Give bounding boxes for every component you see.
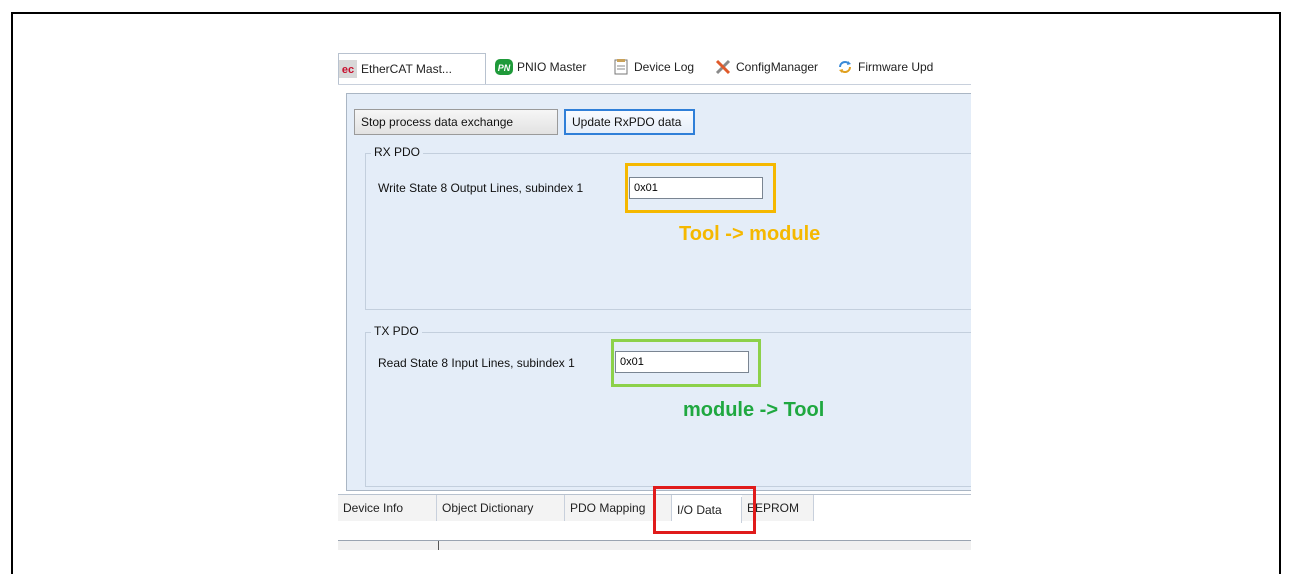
tab-device-log[interactable]: Device Log [612, 55, 694, 79]
io-data-tab-highlight [653, 486, 756, 534]
tab-label: Object Dictionary [442, 501, 534, 515]
tab-pnio-master[interactable]: PN PNIO Master [495, 55, 586, 79]
ethercat-icon: ec [339, 60, 357, 78]
tab-label: Firmware Upd [858, 60, 934, 74]
tab-firmware-update[interactable]: Firmware Upd [836, 55, 933, 79]
top-tab-strip: ec EtherCAT Mast... PN PNIO Master Devic… [338, 50, 971, 85]
app-window: ec EtherCAT Mast... PN PNIO Master Devic… [338, 50, 971, 550]
tab-label: EtherCAT Mast... [361, 62, 452, 76]
tools-icon [714, 58, 732, 76]
tab-label: Device Info [343, 501, 404, 515]
firmware-icon [836, 58, 854, 76]
update-rxpdo-button[interactable]: Update RxPDO data [564, 109, 695, 135]
svg-text:PN: PN [498, 63, 511, 73]
stop-process-data-button[interactable]: Stop process data exchange [354, 109, 558, 135]
tab-label: PNIO Master [517, 60, 587, 74]
status-bar [338, 540, 971, 550]
tab-device-info[interactable]: Device Info [338, 495, 437, 521]
tab-label: PDO Mapping [570, 501, 646, 515]
button-label: Update RxPDO data [572, 115, 682, 129]
document-icon [612, 58, 630, 76]
rx-highlight-box [625, 163, 776, 213]
tx-direction-note: module -> Tool [683, 399, 825, 421]
rx-direction-note: Tool -> module [679, 223, 821, 245]
tx-pdo-group-label: TX PDO [371, 324, 422, 338]
rx-pdo-group-label: RX PDO [371, 145, 424, 159]
button-label: Stop process data exchange [361, 115, 514, 129]
tab-config-manager[interactable]: ConfigManager [714, 55, 818, 79]
tab-label: Device Log [634, 60, 695, 74]
pnio-icon: PN [495, 58, 513, 76]
svg-text:ec: ec [342, 64, 354, 76]
tab-object-dictionary[interactable]: Object Dictionary [437, 495, 565, 521]
tx-highlight-box [611, 339, 761, 387]
rx-pdo-field-label: Write State 8 Output Lines, subindex 1 [378, 181, 584, 195]
tab-ethercat-master[interactable]: ec EtherCAT Mast... [338, 53, 486, 84]
tx-pdo-field-label: Read State 8 Input Lines, subindex 1 [378, 356, 575, 370]
status-separator [438, 541, 439, 550]
tab-label: ConfigManager [736, 60, 819, 74]
